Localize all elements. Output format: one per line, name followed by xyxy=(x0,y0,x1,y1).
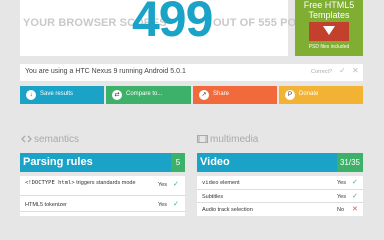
list-item[interactable]: Audio track selection No ✕ xyxy=(197,204,363,216)
reject-cross-icon[interactable]: ✕ xyxy=(352,66,359,75)
check-icon: ✓ xyxy=(173,181,179,188)
check-icon: ✓ xyxy=(352,179,358,186)
section-multimedia: multimedia xyxy=(197,134,258,145)
feature-label: <!DOCTYPE html> triggers standards mode xyxy=(25,180,136,186)
section-semantics-label: semantics xyxy=(34,134,80,145)
category-video-count: 31/35 xyxy=(337,153,363,172)
correct-label: Correct? xyxy=(311,69,333,75)
share-label: Share xyxy=(213,91,230,97)
parsing-rules-list: <!DOCTYPE html> triggers standards mode … xyxy=(20,176,185,216)
feature-result: Yes xyxy=(337,194,346,200)
donate-label: Donate xyxy=(299,91,319,97)
compare-button[interactable]: ⇄ Compare to... xyxy=(106,86,191,104)
feature-result: Yes xyxy=(158,202,167,208)
section-semantics: semantics xyxy=(21,134,79,145)
cross-icon: ✕ xyxy=(352,206,358,213)
multimedia-icon xyxy=(197,135,208,144)
feature-label: Audio track selection xyxy=(202,207,253,213)
paypal-icon: P xyxy=(285,90,295,100)
check-icon: ✓ xyxy=(173,201,179,208)
device-text: You are using a HTC Nexus 9 running Andr… xyxy=(25,68,186,75)
save-results-label: Save results xyxy=(40,91,74,97)
compare-icon: ⇄ xyxy=(112,90,122,100)
category-parsing-count: 5 xyxy=(171,153,185,172)
video-list: video element Yes ✓ Subtitles Yes ✓ Audi… xyxy=(197,176,363,216)
list-item[interactable]: HTML5 tokenizer Yes ✓ xyxy=(20,198,185,212)
list-item[interactable]: <!DOCTYPE html> triggers standards mode … xyxy=(20,176,185,196)
share-button[interactable]: ↗ Share xyxy=(193,86,277,104)
ad-title: Free HTML5 Templates xyxy=(303,0,355,20)
category-video[interactable]: Video 31/35 xyxy=(197,153,363,172)
category-parsing-rules[interactable]: Parsing rules 5 xyxy=(20,153,185,172)
list-item[interactable]: Subtitles Yes ✓ xyxy=(197,191,363,203)
save-icon: ↓ xyxy=(26,90,36,100)
feature-result: Yes xyxy=(158,182,167,188)
score-panel: YOUR BROWSER SCORES 499 OUT OF 555 POINT… xyxy=(20,0,322,56)
save-results-button[interactable]: ↓ Save results xyxy=(20,86,104,104)
score-value: 499 xyxy=(132,0,213,47)
feature-label: video element xyxy=(202,180,240,186)
feature-result: No xyxy=(337,207,345,213)
confirm-check-icon[interactable]: ✓ xyxy=(339,66,346,75)
ad-caption: PSD files included xyxy=(308,44,350,50)
section-multimedia-label: multimedia xyxy=(210,134,259,145)
feature-result: Yes xyxy=(337,180,346,186)
check-icon: ✓ xyxy=(352,193,358,200)
templates-ad[interactable]: Free HTML5 Templates PSD files included xyxy=(295,0,363,56)
donate-button[interactable]: P Donate xyxy=(279,86,363,104)
device-info-bar: You are using a HTC Nexus 9 running Andr… xyxy=(20,64,363,81)
list-item[interactable]: video element Yes ✓ xyxy=(197,176,363,190)
ad-download-icon xyxy=(309,22,349,41)
semantics-icon xyxy=(21,135,32,143)
category-parsing-name: Parsing rules xyxy=(23,156,93,168)
feature-label: Subtitles xyxy=(202,194,224,200)
feature-label: HTML5 tokenizer xyxy=(25,202,67,208)
share-icon: ↗ xyxy=(199,90,209,100)
category-video-name: Video xyxy=(200,156,230,168)
compare-label: Compare to... xyxy=(126,91,163,97)
